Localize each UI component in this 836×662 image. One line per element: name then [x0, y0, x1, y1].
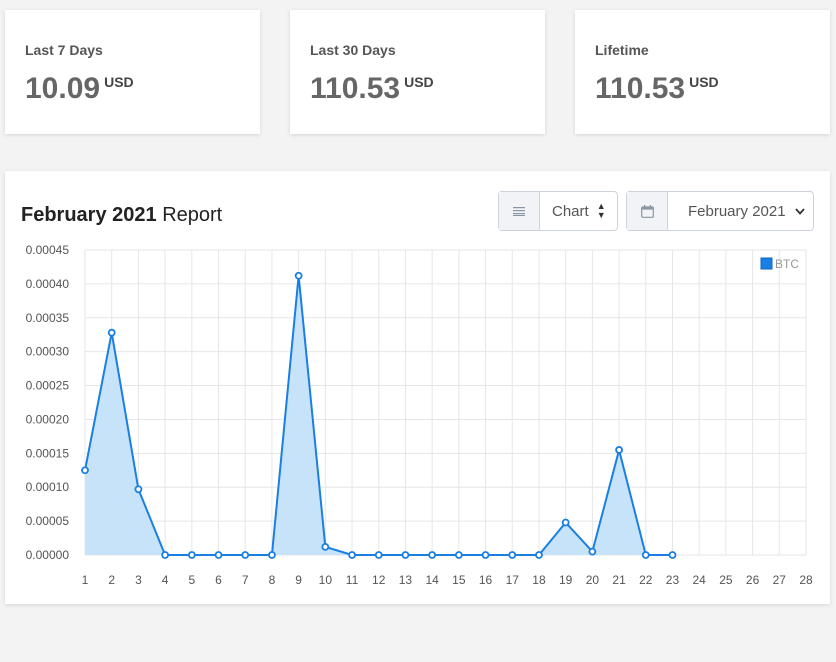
x-tick-label: 17 [506, 573, 520, 587]
x-tick-label: 6 [215, 573, 222, 587]
data-point [615, 446, 623, 454]
stat-unit: USD [689, 74, 719, 90]
data-point [668, 551, 677, 559]
data-point [134, 485, 143, 494]
y-tick-label: 0.00015 [26, 446, 70, 460]
x-tick-label: 1 [82, 573, 89, 587]
x-tick-label: 20 [586, 573, 600, 587]
stat-unit: USD [104, 74, 134, 90]
x-tick-label: 16 [479, 573, 493, 587]
y-tick-label: 0.00005 [26, 514, 70, 528]
data-point [481, 551, 490, 559]
data-point [161, 551, 170, 559]
x-tick-label: 15 [452, 573, 466, 587]
stat-label: Last 7 Days [25, 42, 103, 58]
x-tick-label: 13 [399, 573, 413, 587]
data-point [81, 466, 89, 475]
data-point [348, 551, 356, 559]
x-tick-label: 5 [188, 573, 195, 587]
x-tick-label: 25 [719, 573, 733, 587]
x-tick-label: 26 [746, 573, 760, 587]
data-point [508, 551, 517, 559]
x-tick-label: 9 [295, 573, 302, 587]
legend-label: BTC [775, 257, 799, 271]
x-tick-label: 12 [372, 573, 386, 587]
x-tick-label: 28 [799, 573, 813, 587]
x-tick-label: 8 [269, 573, 276, 587]
data-point [107, 328, 116, 337]
x-tick-label: 19 [559, 573, 573, 587]
x-tick-label: 14 [425, 573, 439, 587]
data-point [241, 551, 250, 559]
data-point [428, 551, 437, 559]
data-point [268, 551, 276, 559]
data-point [561, 518, 570, 527]
data-point [374, 551, 383, 559]
stat-value: 110.53 USD [595, 72, 719, 105]
x-tick-label: 3 [135, 573, 142, 587]
x-tick-label: 24 [693, 573, 707, 587]
x-tick-label: 2 [108, 573, 115, 587]
x-tick-label: 11 [346, 573, 359, 587]
report-card: February 2021 Report Chart ▲ ▼ February 2… [5, 171, 830, 604]
data-point [454, 551, 463, 559]
legend-swatch [760, 257, 773, 270]
x-tick-label: 7 [242, 573, 249, 587]
y-tick-label: 0.00020 [26, 412, 70, 426]
data-point [294, 271, 303, 280]
x-tick-label: 22 [639, 573, 653, 587]
data-point [187, 551, 196, 559]
y-tick-label: 0.00010 [26, 480, 70, 494]
data-point [321, 542, 330, 551]
stat-unit: USD [404, 74, 434, 90]
stat-card-last-7-days: Last 7 Days 10.09 USD [5, 10, 260, 134]
x-tick-label: 10 [319, 573, 333, 587]
y-tick-label: 0.00000 [26, 548, 70, 562]
y-tick-label: 0.00040 [26, 277, 70, 291]
y-tick-label: 0.00045 [26, 243, 70, 257]
stat-card-last-30-days: Last 30 Days 110.53 USD [290, 10, 545, 134]
x-tick-label: 27 [773, 573, 787, 587]
data-point [401, 551, 410, 559]
data-point [214, 551, 223, 559]
stat-card-lifetime: Lifetime 110.53 USD [575, 10, 830, 134]
y-tick-label: 0.00030 [26, 345, 70, 359]
stat-label: Lifetime [595, 42, 649, 58]
x-tick-label: 21 [612, 573, 626, 587]
y-tick-label: 0.00035 [26, 311, 70, 325]
y-tick-label: 0.00025 [26, 379, 70, 393]
data-point [535, 551, 543, 559]
stat-value: 10.09 USD [25, 72, 134, 105]
x-tick-label: 4 [162, 573, 169, 587]
stat-value: 110.53 USD [310, 72, 434, 105]
data-point [588, 547, 597, 556]
report-chart: 0.00000 0.00005 0.00010 0.00015 0.00020 0.000… [26, 243, 813, 587]
stat-label: Last 30 Days [310, 42, 396, 58]
x-tick-label: 18 [532, 573, 546, 587]
data-point [641, 551, 650, 559]
x-tick-label: 23 [666, 573, 680, 587]
